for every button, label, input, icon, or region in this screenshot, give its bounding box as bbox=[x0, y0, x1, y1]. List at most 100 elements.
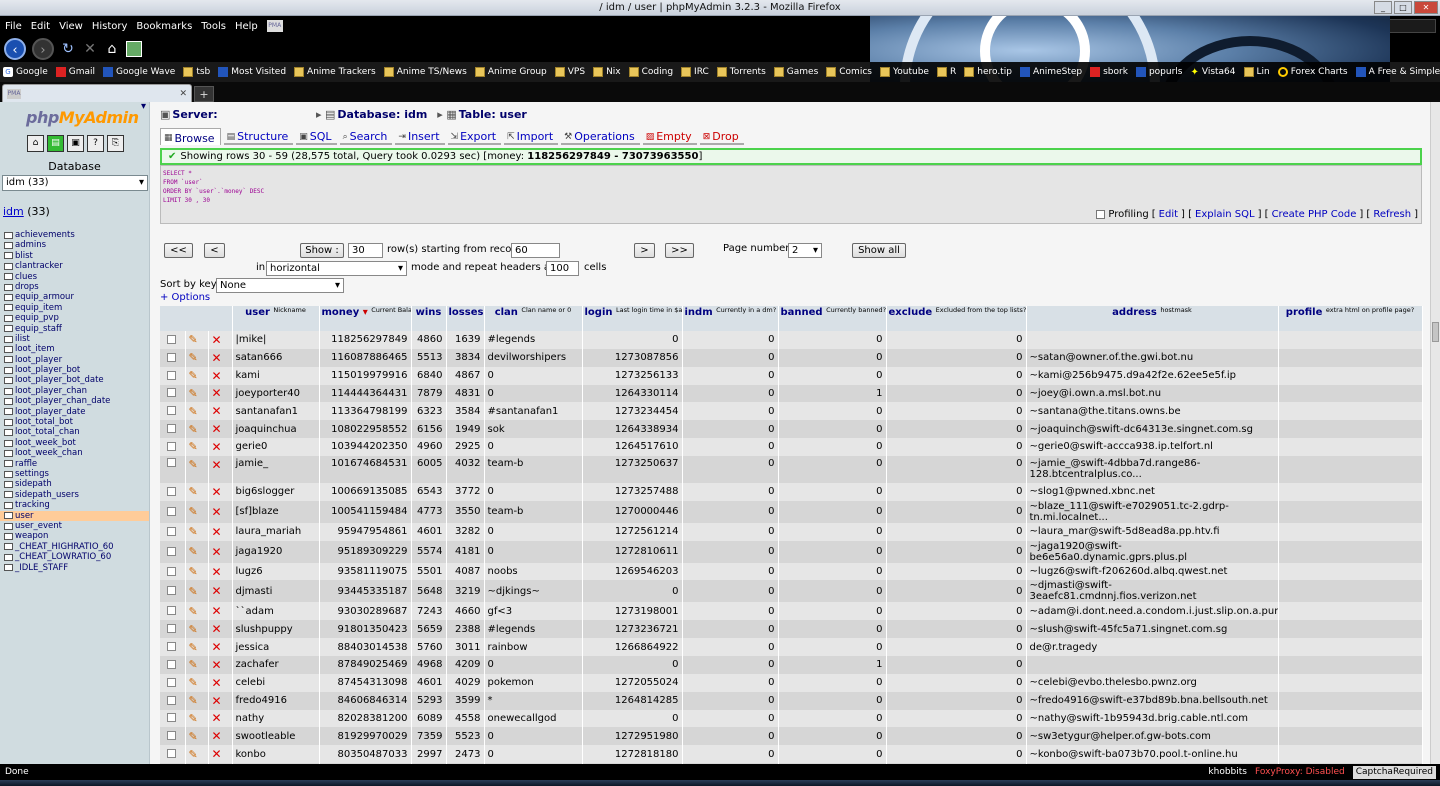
forward-icon[interactable]: › bbox=[32, 38, 54, 60]
bookmark-4[interactable]: tsb bbox=[183, 67, 210, 77]
column-name[interactable]: login bbox=[585, 307, 613, 318]
previous-page-button[interactable]: < bbox=[204, 243, 225, 258]
bookmark-20[interactable]: sbork bbox=[1090, 67, 1128, 77]
edit-pencil-icon[interactable]: ✎ bbox=[189, 694, 198, 707]
column-header-losses[interactable]: losses bbox=[446, 306, 485, 331]
tab-browse[interactable]: ▦ Browse bbox=[160, 128, 221, 145]
menu-view[interactable]: View bbox=[59, 21, 83, 32]
bookmark-5[interactable]: Most Visited bbox=[218, 67, 286, 77]
table-icon[interactable] bbox=[4, 533, 13, 541]
delete-icon[interactable]: ✕ bbox=[212, 333, 222, 347]
row-checkbox[interactable] bbox=[167, 486, 176, 496]
table-icon[interactable] bbox=[4, 304, 13, 312]
explain-sql-link[interactable]: Explain SQL bbox=[1195, 209, 1255, 220]
bookmark-17[interactable]: R bbox=[936, 67, 956, 77]
delete-icon[interactable]: ✕ bbox=[212, 584, 222, 598]
database-link[interactable]: idm bbox=[3, 205, 24, 218]
row-checkbox[interactable] bbox=[167, 677, 176, 687]
table-icon[interactable] bbox=[4, 553, 13, 561]
tab-operations[interactable]: ⚒ Operations bbox=[561, 128, 640, 145]
menu-edit[interactable]: Edit bbox=[31, 21, 50, 32]
edit-pencil-icon[interactable]: ✎ bbox=[189, 333, 198, 346]
sidebar-table-achievements[interactable]: achievements bbox=[0, 230, 149, 240]
sidebar-table-user[interactable]: user bbox=[0, 510, 149, 521]
edit-pencil-icon[interactable]: ✎ bbox=[189, 676, 198, 689]
tab-sql[interactable]: ▣ SQL bbox=[296, 128, 337, 145]
column-name[interactable]: losses bbox=[449, 307, 484, 318]
next-page-button[interactable]: > bbox=[634, 243, 655, 258]
bookmark-18[interactable]: hero.tip bbox=[964, 67, 1012, 77]
sidebar-table-loot_total_bot[interactable]: loot_total_bot bbox=[0, 417, 149, 427]
delete-icon[interactable]: ✕ bbox=[212, 658, 222, 672]
table-icon[interactable] bbox=[4, 314, 13, 322]
table-icon[interactable] bbox=[4, 335, 13, 343]
row-checkbox[interactable] bbox=[167, 624, 176, 634]
docs-icon[interactable]: ? bbox=[87, 135, 104, 152]
sort-by-key-select[interactable]: None bbox=[216, 278, 344, 293]
menu-help[interactable]: Help bbox=[235, 21, 258, 32]
sidebar-table-loot_player_bot[interactable]: loot_player_bot bbox=[0, 365, 149, 375]
rows-input[interactable]: 30 bbox=[348, 243, 383, 258]
delete-icon[interactable]: ✕ bbox=[212, 694, 222, 708]
sidebar-table-ilist[interactable]: ilist bbox=[0, 334, 149, 344]
scrollbar-thumb[interactable] bbox=[1432, 322, 1439, 342]
foxyproxy-status[interactable]: FoxyProxy: Disabled bbox=[1255, 764, 1345, 780]
edit-pencil-icon[interactable]: ✎ bbox=[189, 525, 198, 538]
sidebar-table-settings[interactable]: settings bbox=[0, 469, 149, 479]
last-page-button[interactable]: >> bbox=[665, 243, 694, 258]
column-header-exclude[interactable]: exclude Excluded from the top lists? bbox=[886, 306, 1027, 331]
bookmark-10[interactable]: Nix bbox=[593, 67, 621, 77]
delete-icon[interactable]: ✕ bbox=[212, 676, 222, 690]
delete-icon[interactable]: ✕ bbox=[212, 711, 222, 725]
delete-icon[interactable]: ✕ bbox=[212, 351, 222, 365]
sidebar-table-equip_staff[interactable]: equip_staff bbox=[0, 324, 149, 334]
bookmark-15[interactable]: Comics bbox=[826, 67, 872, 77]
delete-icon[interactable]: ✕ bbox=[212, 640, 222, 654]
sidebar-table-loot_player_chan_date[interactable]: loot_player_chan_date bbox=[0, 396, 149, 406]
delete-icon[interactable]: ✕ bbox=[212, 485, 222, 499]
sidebar-table-drops[interactable]: drops bbox=[0, 282, 149, 292]
delete-icon[interactable]: ✕ bbox=[212, 440, 222, 454]
captcha-status[interactable]: CaptchaRequired bbox=[1352, 765, 1436, 779]
query-window-icon[interactable]: ▣ bbox=[67, 135, 84, 152]
column-header-clan[interactable]: clan Clan name or 0 bbox=[484, 306, 583, 331]
column-name[interactable]: clan bbox=[495, 307, 518, 318]
delete-icon[interactable]: ✕ bbox=[212, 505, 222, 519]
edit-pencil-icon[interactable]: ✎ bbox=[189, 458, 198, 471]
bookmark-21[interactable]: popurls bbox=[1135, 67, 1182, 77]
delete-icon[interactable]: ✕ bbox=[212, 458, 222, 472]
profiling-checkbox[interactable] bbox=[1096, 210, 1106, 219]
tab-import[interactable]: ⇱ Import bbox=[504, 128, 559, 145]
edit-pencil-icon[interactable]: ✎ bbox=[189, 545, 198, 558]
column-header-banned[interactable]: banned Currently banned? bbox=[778, 306, 887, 331]
bookmark-14[interactable]: Games bbox=[773, 67, 818, 77]
table-icon[interactable] bbox=[4, 408, 13, 416]
table-icon[interactable] bbox=[4, 262, 13, 270]
column-header-login[interactable]: login Last login time in $astime bbox=[582, 306, 683, 331]
display-mode-select[interactable]: horizontal bbox=[266, 261, 407, 276]
delete-icon[interactable]: ✕ bbox=[212, 545, 222, 559]
sidebar-table-clues[interactable]: clues bbox=[0, 272, 149, 282]
start-record-input[interactable]: 60 bbox=[511, 243, 560, 258]
delete-icon[interactable]: ✕ bbox=[212, 747, 222, 761]
column-header-user[interactable]: user Nickname bbox=[232, 306, 320, 331]
row-checkbox[interactable] bbox=[167, 659, 176, 669]
row-checkbox[interactable] bbox=[167, 406, 176, 416]
sidebar-table-blist[interactable]: blist bbox=[0, 251, 149, 261]
bookmark-7[interactable]: Anime TS/News bbox=[383, 67, 467, 77]
table-icon[interactable] bbox=[4, 325, 13, 333]
table-icon[interactable] bbox=[4, 439, 13, 447]
options-link[interactable]: + Options bbox=[160, 292, 210, 303]
refresh-link[interactable]: Refresh bbox=[1373, 209, 1411, 220]
back-icon[interactable]: ‹ bbox=[4, 38, 26, 60]
edit-pencil-icon[interactable]: ✎ bbox=[189, 585, 198, 598]
delete-icon[interactable]: ✕ bbox=[212, 622, 222, 636]
menu-history[interactable]: History bbox=[92, 21, 128, 32]
sidebar-table-user_event[interactable]: user_event bbox=[0, 521, 149, 531]
bookmark-25[interactable]: A Free & Simple CMS f... bbox=[1355, 67, 1440, 77]
column-name[interactable]: address bbox=[1112, 307, 1157, 318]
row-checkbox[interactable] bbox=[167, 566, 176, 576]
table-icon[interactable] bbox=[4, 345, 13, 353]
edit-pencil-icon[interactable]: ✎ bbox=[189, 605, 198, 618]
edit-pencil-icon[interactable]: ✎ bbox=[189, 387, 198, 400]
